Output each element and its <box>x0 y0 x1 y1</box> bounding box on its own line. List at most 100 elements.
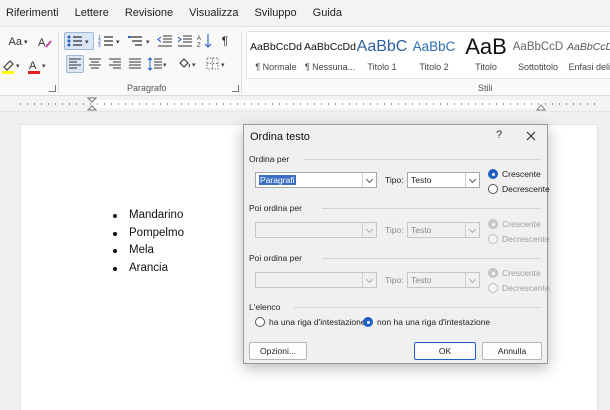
ribbon-separator <box>58 31 59 93</box>
ruler-tick <box>503 103 504 105</box>
then-by-2-field-select[interactable] <box>255 272 377 288</box>
align-left-button[interactable] <box>66 55 84 73</box>
ruler-tick <box>230 103 231 105</box>
radio-indicator <box>255 317 265 327</box>
align-center-icon <box>89 58 101 69</box>
then-by-descending-radio[interactable]: Decrescente <box>488 234 550 244</box>
help-button[interactable]: ? <box>493 129 505 141</box>
chevron-down-icon <box>465 273 479 287</box>
pilcrow-icon: ¶ <box>221 34 229 48</box>
sort-button[interactable]: AZ <box>197 32 213 50</box>
style-name: Enfasi deli... <box>568 62 610 72</box>
align-right-button[interactable] <box>106 55 124 73</box>
style-preview: AaBbCcDd <box>250 41 302 53</box>
list-item[interactable]: Arancia <box>111 260 184 278</box>
shading-button[interactable]: ▾ <box>176 55 200 73</box>
svg-text:A: A <box>29 60 37 72</box>
radio-indicator <box>363 317 373 327</box>
ruler-tick <box>370 103 371 105</box>
increase-indent-button[interactable] <box>176 32 194 50</box>
ruler-tick <box>524 103 525 105</box>
sort-by-type-select[interactable]: Testo <box>407 172 480 188</box>
list-item[interactable]: Mandarino <box>111 207 184 225</box>
style-preview: AaBbC <box>412 39 456 54</box>
tab-sviluppo[interactable]: Sviluppo <box>246 0 304 26</box>
borders-button[interactable]: ▾ <box>205 55 229 73</box>
style-normale[interactable]: AaBbCcDd ¶ Normale <box>249 32 303 78</box>
paint-bucket-icon: ▾ <box>179 58 196 69</box>
ruler-tick <box>83 103 84 105</box>
list-item[interactable]: Mela <box>111 242 184 260</box>
list-item[interactable]: Pompelmo <box>111 225 184 243</box>
dialog-title: Ordina testo <box>250 131 310 143</box>
paragraph-dialog-launcher[interactable] <box>232 85 239 92</box>
style-titolo[interactable]: AaB Titolo <box>459 32 513 78</box>
has-header-row-radio[interactable]: ha una riga d'intestazione <box>255 317 366 327</box>
clear-formatting-button[interactable]: A <box>36 33 54 51</box>
font-dialog-launcher[interactable] <box>49 85 56 92</box>
chevron-down-icon: ▾ <box>23 39 28 46</box>
then-by-2-descending-radio[interactable]: Decrescente <box>488 283 550 293</box>
then-by-2-type-select[interactable]: Testo <box>407 272 480 288</box>
bullets-button[interactable]: ▾ <box>64 32 94 50</box>
sort-by-field-select[interactable]: Paragrafi <box>255 172 377 188</box>
ruler-tick <box>174 103 175 105</box>
ruler-tick <box>90 103 91 105</box>
no-header-row-radio[interactable]: non ha una riga d'intestazione <box>363 317 490 327</box>
radio-indicator <box>488 184 498 194</box>
style-nessuna-spaziatura[interactable]: AaBbCcDd ¶ Nessuna... <box>303 32 357 78</box>
tab-revisione[interactable]: Revisione <box>117 0 181 26</box>
ruler-tick <box>118 103 119 105</box>
increase-indent-icon <box>177 35 192 47</box>
then-by-type-select[interactable]: Testo <box>407 222 480 238</box>
indent-marker-icon[interactable] <box>87 97 97 111</box>
ok-button[interactable]: OK <box>414 342 476 360</box>
style-sottotitolo[interactable]: AaBbCcD Sottotitolo <box>511 32 565 78</box>
ruler-tick <box>48 103 49 105</box>
tab-visualizza[interactable]: Visualizza <box>181 0 246 26</box>
ruler-tick <box>132 103 133 105</box>
show-formatting-button[interactable]: ¶ <box>217 32 233 50</box>
ruler-tick <box>531 103 532 105</box>
then-by-2-ascending-radio[interactable]: Crescente <box>488 268 541 278</box>
sort-by-descending-radio[interactable]: Decrescente <box>488 184 550 194</box>
numbering-button[interactable]: 1 2 3 ▾ <box>97 32 125 50</box>
decrease-indent-icon <box>157 35 172 47</box>
ruler-tick <box>160 103 161 105</box>
radio-label: Decrescente <box>502 234 550 244</box>
svg-text:A: A <box>38 37 46 49</box>
tab-riferimenti[interactable]: Riferimenti <box>0 0 67 26</box>
ruler-tick <box>153 103 154 105</box>
then-by-ascending-radio[interactable]: Crescente <box>488 219 541 229</box>
style-titolo-2[interactable]: AaBbC Titolo 2 <box>407 32 461 78</box>
then-by-label: Poi ordina per <box>249 203 302 213</box>
tab-guida[interactable]: Guida <box>305 0 350 26</box>
line-spacing-button[interactable]: ▾ <box>146 55 170 73</box>
font-color-button[interactable]: A ▾ <box>26 57 50 75</box>
cancel-button[interactable]: Annulla <box>482 342 542 360</box>
ruler-tick <box>55 103 56 105</box>
then-by-2-type-label: Tipo: <box>385 275 404 285</box>
multilevel-list-button[interactable]: ▾ <box>127 32 155 50</box>
radio-label: non ha una riga d'intestazione <box>377 317 491 327</box>
decrease-indent-button[interactable] <box>156 32 174 50</box>
bulleted-list-icon: ▾ <box>67 35 89 47</box>
ruler-tick <box>195 103 196 105</box>
ribbon: Aa ▾ A ▾ A ▾ ▾ 1 2 3 ▾ ▾ AZ ¶ ▾ ▾ ▾ Para… <box>0 26 610 96</box>
align-center-button[interactable] <box>86 55 104 73</box>
ruler-tick <box>258 103 259 105</box>
style-preview: AaB <box>465 34 507 59</box>
ruler-tick <box>433 103 434 105</box>
style-enfasi-delicata[interactable]: AaBbCcDd Enfasi deli... <box>563 32 610 78</box>
change-case-button[interactable]: Aa ▾ <box>4 33 32 51</box>
highlight-color-button[interactable]: ▾ <box>0 57 24 75</box>
then-by-field-select[interactable] <box>255 222 377 238</box>
tab-lettere[interactable]: Lettere <box>67 0 117 26</box>
justify-button[interactable] <box>126 55 144 73</box>
sort-by-ascending-radio[interactable]: Crescente <box>488 169 541 179</box>
style-titolo-1[interactable]: AaBbC Titolo 1 <box>355 32 409 78</box>
close-icon[interactable] <box>525 130 537 142</box>
horizontal-ruler[interactable] <box>0 96 610 112</box>
borders-icon: ▾ <box>206 57 225 70</box>
options-button[interactable]: Opzioni... <box>249 342 307 360</box>
